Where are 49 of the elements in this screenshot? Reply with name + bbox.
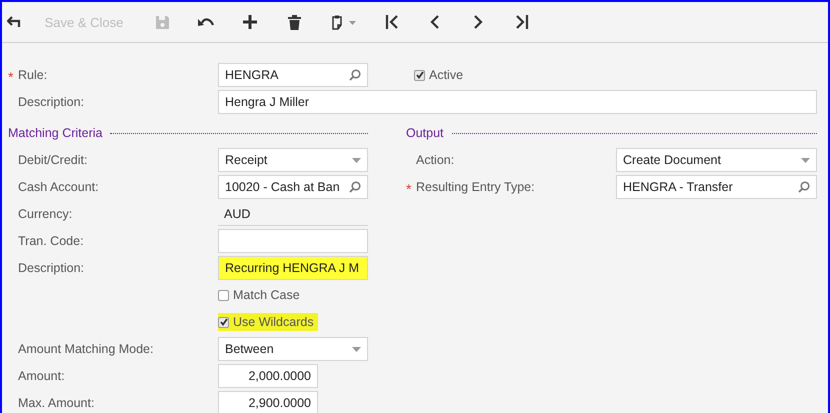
input-field[interactable]: Hengra J Miller bbox=[218, 90, 817, 114]
search-icon[interactable] bbox=[349, 69, 361, 81]
number-field[interactable]: 2,000.0000 bbox=[218, 364, 318, 388]
field-label: Amount Matching Mode: bbox=[18, 342, 154, 356]
field-label: Currency: bbox=[18, 207, 74, 221]
field-value: AUD bbox=[218, 202, 368, 226]
checkbox[interactable]: Use Wildcards bbox=[218, 313, 318, 331]
active-checkbox[interactable]: Active bbox=[414, 66, 468, 84]
field-label: Debit/Credit: bbox=[18, 153, 88, 167]
lookup-field[interactable]: 10020 - Cash at Ban bbox=[218, 175, 368, 199]
field-label: Description: bbox=[18, 261, 85, 275]
dropdown-caret-icon bbox=[352, 158, 361, 162]
section-header: Matching Criteria bbox=[8, 126, 102, 140]
checkbox[interactable]: Match Case bbox=[218, 286, 304, 304]
search-icon[interactable] bbox=[349, 181, 361, 193]
field-label: Rule: bbox=[18, 68, 48, 82]
required-asterisk: * bbox=[406, 180, 412, 196]
input-field[interactable]: Recurring HENGRA J M bbox=[218, 256, 368, 280]
add-icon bbox=[243, 15, 257, 29]
field-label: Tran. Code: bbox=[18, 234, 85, 248]
checkmark-icon bbox=[416, 71, 424, 79]
field-label: Cash Account: bbox=[18, 180, 100, 194]
lookup-field[interactable]: HENGRA - Transfer bbox=[616, 175, 817, 199]
dropdown-caret-icon bbox=[801, 158, 810, 162]
dropdown[interactable]: Create Document bbox=[616, 148, 817, 172]
previous-icon bbox=[430, 15, 438, 29]
next-icon bbox=[474, 15, 482, 29]
field-label: Action: bbox=[416, 153, 456, 167]
first-record-icon bbox=[385, 15, 399, 29]
undo-icon bbox=[198, 17, 214, 27]
last-record-icon bbox=[515, 15, 529, 29]
dropdown-caret-icon bbox=[352, 346, 361, 352]
field-label: Description: bbox=[18, 95, 85, 109]
dropdown[interactable]: Receipt bbox=[218, 148, 368, 172]
number-field[interactable]: 2,900.0000 bbox=[218, 391, 318, 413]
lookup-field[interactable]: HENGRA bbox=[218, 63, 368, 87]
field-label: Max. Amount: bbox=[18, 396, 96, 410]
checkmark-icon bbox=[220, 318, 228, 326]
section-header: Output bbox=[406, 126, 444, 140]
field-label: Amount: bbox=[18, 369, 66, 383]
dropdown[interactable]: Between bbox=[218, 337, 368, 361]
field-label: Resulting Entry Type: bbox=[416, 180, 536, 194]
back-arrow-icon bbox=[7, 16, 23, 28]
trash-icon bbox=[288, 14, 300, 30]
search-icon[interactable] bbox=[798, 181, 810, 193]
clipboard-icon bbox=[331, 14, 357, 30]
input-field[interactable] bbox=[218, 229, 368, 253]
save-icon bbox=[154, 14, 170, 30]
required-asterisk: * bbox=[8, 68, 14, 84]
